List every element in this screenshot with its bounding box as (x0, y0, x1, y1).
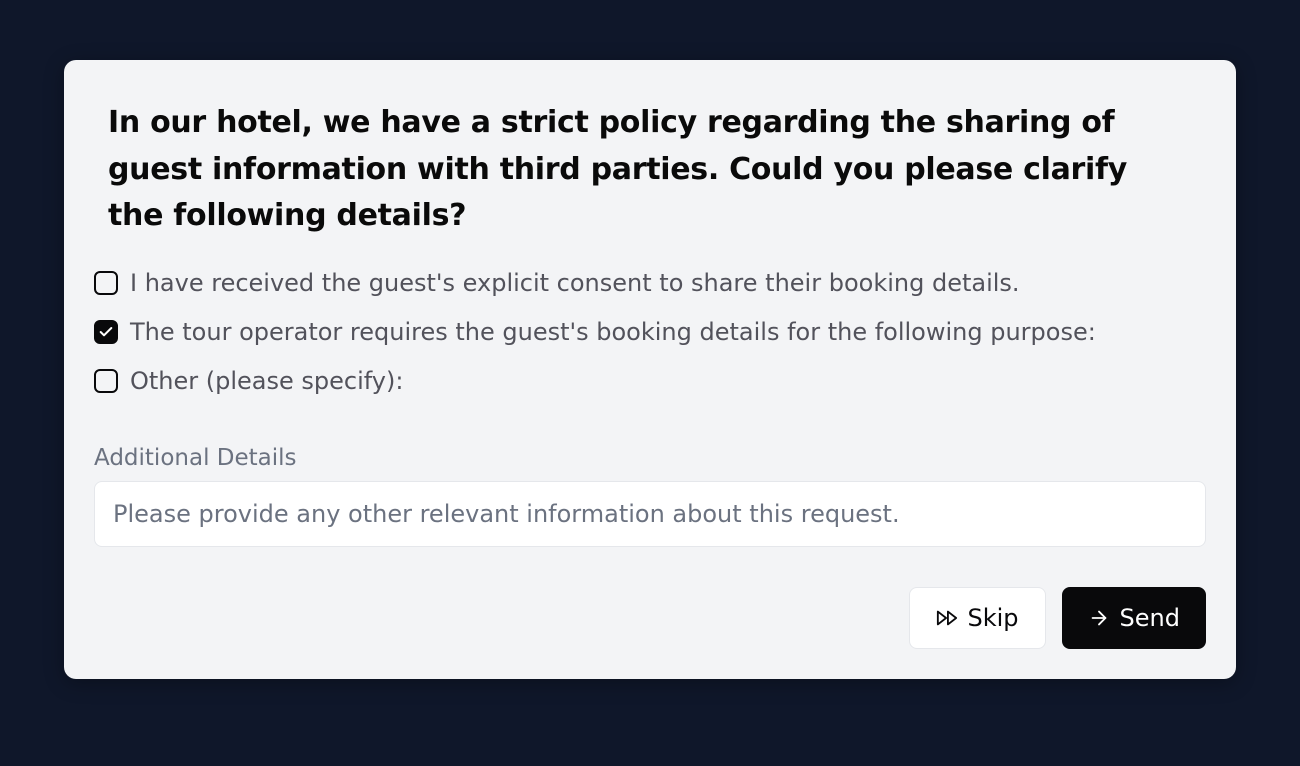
option-row: Other (please specify): (94, 366, 1206, 397)
fast-forward-icon (936, 607, 958, 629)
prompt-heading: In our hotel, we have a strict policy re… (94, 100, 1206, 268)
send-button-label: Send (1120, 604, 1180, 632)
option-label: Other (please specify): (130, 366, 403, 397)
clarification-card: In our hotel, we have a strict policy re… (64, 60, 1236, 679)
option-label: I have received the guest's explicit con… (130, 268, 1020, 299)
skip-button[interactable]: Skip (909, 587, 1046, 649)
option-checkbox-consent[interactable] (94, 271, 118, 295)
button-row: Skip Send (94, 587, 1206, 649)
option-row: I have received the guest's explicit con… (94, 268, 1206, 299)
send-button[interactable]: Send (1062, 587, 1206, 649)
arrow-right-icon (1088, 607, 1110, 629)
additional-details-input[interactable] (94, 481, 1206, 547)
check-icon (98, 324, 114, 340)
additional-details-label: Additional Details (94, 445, 1206, 471)
option-label: The tour operator requires the guest's b… (130, 317, 1096, 348)
option-checkbox-purpose[interactable] (94, 320, 118, 344)
skip-button-label: Skip (968, 604, 1019, 632)
option-checkbox-other[interactable] (94, 369, 118, 393)
options-list: I have received the guest's explicit con… (94, 268, 1206, 446)
option-row: The tour operator requires the guest's b… (94, 317, 1206, 348)
